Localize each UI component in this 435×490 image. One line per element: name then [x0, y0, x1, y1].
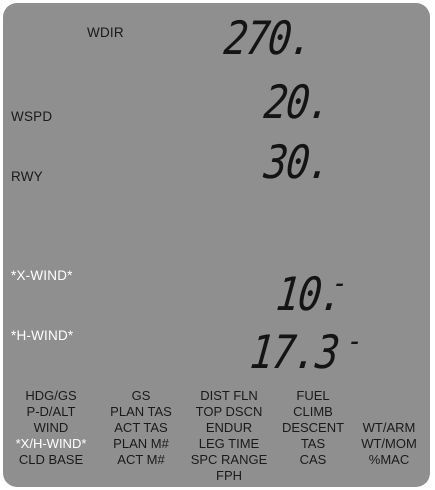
- menu-item-p-d-alt: P-D/ALT: [26, 404, 76, 419]
- h-wind-sign: -: [345, 324, 363, 359]
- wdir-label: WDIR: [87, 25, 124, 40]
- h-wind-label: *H-WIND*: [11, 328, 74, 343]
- menu-item-fuel: FUEL: [296, 388, 330, 403]
- menu-item-wt-mom: WT/MOM: [361, 436, 417, 451]
- menu-column-3: DIST FLN TOP DSCN ENDUR LEG TIME SPC RAN…: [179, 388, 279, 484]
- menu-item-leg-time: LEG TIME: [198, 436, 260, 451]
- rwy-value: 30.: [261, 135, 333, 189]
- menu-column-5: WT/ARM WT/MOM %MAC: [353, 420, 425, 468]
- menu-item-dist-fln: DIST FLN: [200, 388, 258, 403]
- h-wind-value: 17.3: [247, 325, 341, 379]
- lcd-display: WDIR WSPD RWY *X-WIND* *H-WIND* 270. 20.…: [3, 3, 430, 487]
- menu-column-1: HDG/GS P-D/ALT WIND *X/H-WIND* CLD BASE: [3, 388, 99, 468]
- menu-item-plan-tas: PLAN TAS: [110, 404, 172, 419]
- menu-item-top-dscn: TOP DSCN: [195, 404, 263, 419]
- menu-item-cld-base: CLD BASE: [18, 452, 84, 467]
- menu-item-x-h-wind: *X/H-WIND*: [15, 436, 87, 451]
- menu-item-act-m: ACT M#: [117, 452, 165, 467]
- wspd-value: 20.: [261, 75, 333, 129]
- x-wind-sign: -: [330, 266, 348, 301]
- wspd-label: WSPD: [11, 109, 53, 124]
- menu-item-hdg-gs: HDG/GS: [25, 388, 77, 403]
- menu-column-4: FUEL CLIMB DESCENT TAS CAS: [273, 388, 353, 468]
- menu-item-wind: WIND: [33, 420, 69, 435]
- menu-item-act-tas: ACT TAS: [114, 420, 168, 435]
- menu-item-climb: CLIMB: [293, 404, 333, 419]
- menu-column-2: GS PLAN TAS ACT TAS PLAN M# ACT M#: [99, 388, 183, 468]
- rwy-label: RWY: [11, 169, 43, 184]
- menu-item-mac: %MAC: [368, 452, 410, 467]
- menu-item-plan-m: PLAN M#: [113, 436, 169, 451]
- menu-item-gs: GS: [131, 388, 151, 403]
- menu-item-cas: CAS: [299, 452, 327, 467]
- x-wind-label: *X-WIND*: [11, 268, 73, 283]
- menu-item-fph: FPH: [216, 468, 242, 483]
- menu-item-tas: TAS: [300, 436, 326, 451]
- menu-item-descent: DESCENT: [281, 420, 345, 435]
- menu-item-wt-arm: WT/ARM: [362, 420, 416, 435]
- wdir-value: 270.: [221, 11, 315, 65]
- menu-item-spc-range: SPC RANGE: [190, 452, 268, 467]
- menu-item-endur: ENDUR: [205, 420, 253, 435]
